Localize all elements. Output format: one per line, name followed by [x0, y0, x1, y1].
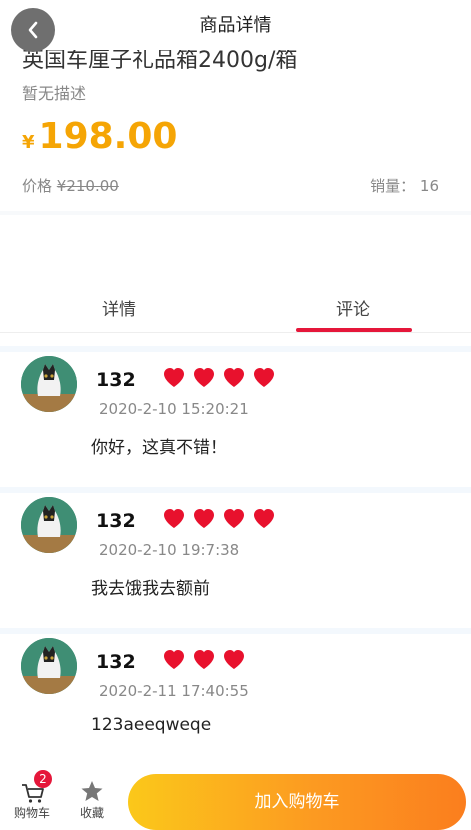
comment-item: 132 2020-2-10 15:20:21 你好，这真不错！ — [0, 352, 471, 487]
heart-icon — [224, 650, 244, 669]
avatar — [21, 638, 77, 694]
price-value: 198.00 — [38, 116, 178, 157]
heart-icon — [254, 509, 274, 528]
page-header: 商品详情 — [0, 0, 471, 50]
original-price: ¥210.00 — [56, 177, 119, 195]
comment-username: 132 — [96, 510, 136, 532]
heart-icon — [164, 509, 184, 528]
comment-text: 你好，这真不错！ — [91, 438, 227, 458]
sales-row: 销量： 16 — [370, 175, 439, 196]
heart-icon — [224, 368, 244, 387]
original-price-label: 价格 — [22, 177, 53, 195]
avatar — [21, 356, 77, 412]
avatar — [21, 497, 77, 553]
product-description: 暂无描述 — [22, 84, 87, 103]
star-icon[interactable] — [80, 780, 104, 802]
page-title: 商品详情 — [199, 15, 272, 36]
comment-username: 132 — [96, 369, 136, 391]
heart-icon — [164, 368, 184, 387]
product-name: 英国车厘子礼品箱2400g/箱 — [22, 48, 298, 73]
comment-text: 我去饿我去额前 — [91, 579, 210, 599]
sales-count: 16 — [419, 177, 439, 195]
tab-comment[interactable]: 评论 — [336, 295, 370, 320]
cat-avatar-icon — [21, 638, 77, 694]
cat-avatar-icon — [21, 497, 77, 553]
price-row: ¥ 198.00 — [22, 116, 177, 157]
tab-detail[interactable]: 详情 — [102, 295, 136, 320]
add-to-cart-button[interactable]: 加入购物车 — [128, 774, 466, 830]
original-price-row: 价格 ¥210.00 — [22, 175, 119, 196]
heart-icon — [194, 650, 214, 669]
comment-time: 2020-2-10 15:20:21 — [99, 400, 249, 418]
comment-rating — [162, 648, 246, 672]
comment-time: 2020-2-11 17:40:55 — [99, 682, 249, 700]
sales-label: 销量： — [370, 177, 416, 195]
comment-rating — [162, 507, 276, 531]
tab-divider — [0, 332, 471, 333]
price-currency: ¥ — [22, 132, 35, 153]
comment-item: 132 2020-2-11 17:40:55 123aeeqweqe — [0, 634, 471, 769]
heart-icon — [164, 650, 184, 669]
bottom-action-bar: 2 购物车 收藏 加入购物车 — [0, 766, 471, 830]
comment-rating — [162, 366, 276, 390]
heart-icon — [194, 509, 214, 528]
comment-text: 123aeeqweqe — [91, 715, 212, 735]
comment-time: 2020-2-10 19:7:38 — [99, 541, 240, 559]
chevron-left-icon — [28, 21, 38, 39]
section-divider — [0, 211, 471, 215]
cart-count-badge: 2 — [34, 770, 52, 788]
heart-icon — [194, 368, 214, 387]
back-button[interactable] — [11, 8, 55, 52]
heart-icon — [224, 509, 244, 528]
tab-bar: 详情 评论 — [0, 285, 471, 333]
heart-icon — [254, 368, 274, 387]
cat-avatar-icon — [21, 356, 77, 412]
comment-item: 132 2020-2-10 19:7:38 我去饿我去额前 — [0, 493, 471, 628]
comment-username: 132 — [96, 651, 136, 673]
